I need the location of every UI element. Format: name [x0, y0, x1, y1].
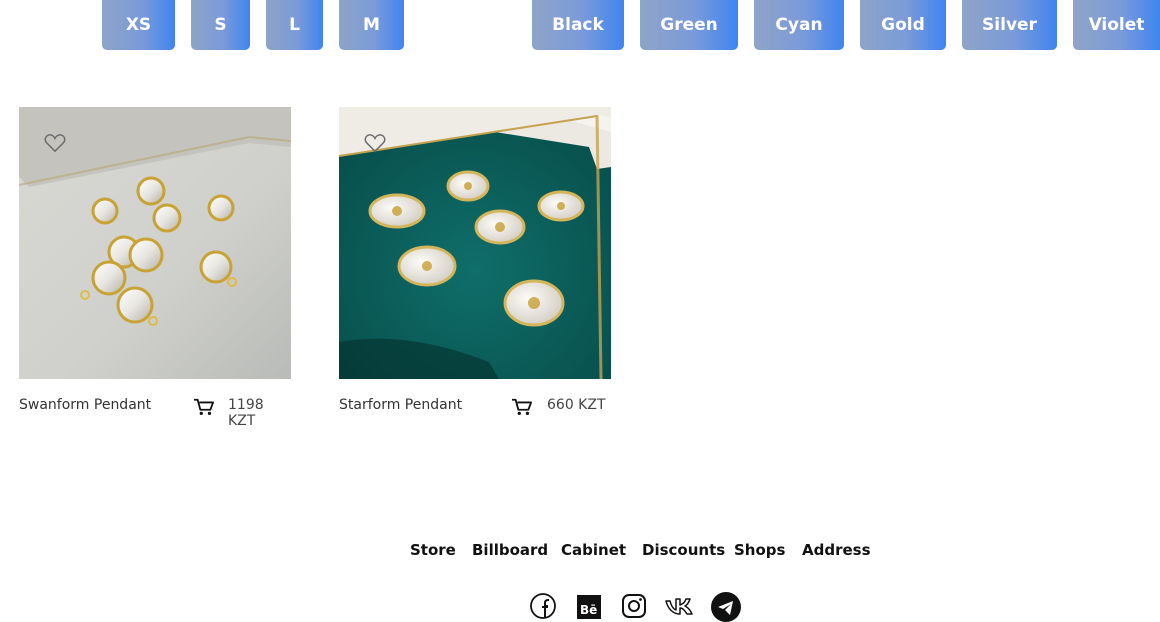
color-filter-label: Silver — [982, 15, 1037, 35]
size-filter-label: XS — [125, 15, 152, 35]
cart-icon[interactable] — [193, 397, 215, 417]
size-filter-label: L — [289, 15, 300, 35]
color-filter-label: Violet — [1088, 15, 1145, 35]
color-filter-violet[interactable]: Violet — [1073, 0, 1160, 50]
color-filter-black[interactable]: Black — [532, 0, 624, 50]
instagram-icon[interactable] — [621, 592, 651, 622]
cart-icon[interactable] — [511, 397, 533, 417]
size-filter-label: M — [363, 15, 380, 35]
footer-link-cabinet[interactable]: Cabinet — [561, 541, 626, 559]
size-filter-xs[interactable]: XS — [102, 0, 175, 50]
footer-link-discounts[interactable]: Discounts — [642, 541, 725, 559]
footer-link-address[interactable]: Address — [802, 541, 871, 559]
telegram-icon[interactable] — [711, 592, 741, 622]
facebook-icon[interactable] — [529, 592, 559, 622]
color-filter-silver[interactable]: Silver — [962, 0, 1057, 50]
heart-icon[interactable] — [364, 133, 386, 153]
heart-icon[interactable] — [44, 133, 66, 153]
footer-nav: Store Billboard Cabinet Discounts Shops … — [0, 541, 1160, 561]
footer-link-shops[interactable]: Shops — [734, 541, 785, 559]
product-name[interactable]: Swanform Pendant — [19, 397, 151, 413]
product-image[interactable] — [19, 107, 291, 379]
footer-link-store[interactable]: Store — [410, 541, 456, 559]
product-price: 660 KZT — [547, 397, 606, 413]
product-name[interactable]: Starform Pendant — [339, 397, 462, 413]
size-filter-m[interactable]: M — [339, 0, 404, 50]
product-price: 1198 KZT — [228, 397, 264, 429]
color-filter-label: Cyan — [775, 15, 823, 35]
product-card[interactable]: Starform Pendant 660 KZT — [339, 107, 611, 415]
color-filter-label: Gold — [881, 15, 925, 35]
color-filter-cyan[interactable]: Cyan — [754, 0, 844, 50]
size-filter-l[interactable]: L — [266, 0, 323, 50]
vk-icon[interactable] — [665, 592, 695, 622]
size-filter-s[interactable]: S — [191, 0, 250, 50]
color-filter-label: Black — [552, 15, 604, 35]
color-filter-green[interactable]: Green — [640, 0, 738, 50]
color-filter-label: Green — [660, 15, 718, 35]
footer-link-billboard[interactable]: Billboard — [472, 541, 548, 559]
color-filter-gold[interactable]: Gold — [860, 0, 946, 50]
svg-text:Bē: Bē — [580, 603, 597, 617]
behance-icon[interactable]: Bē — [576, 592, 606, 622]
product-card[interactable]: Swanform Pendant 1198 KZT — [19, 107, 291, 429]
product-image[interactable] — [339, 107, 611, 379]
size-filter-label: S — [214, 15, 227, 35]
